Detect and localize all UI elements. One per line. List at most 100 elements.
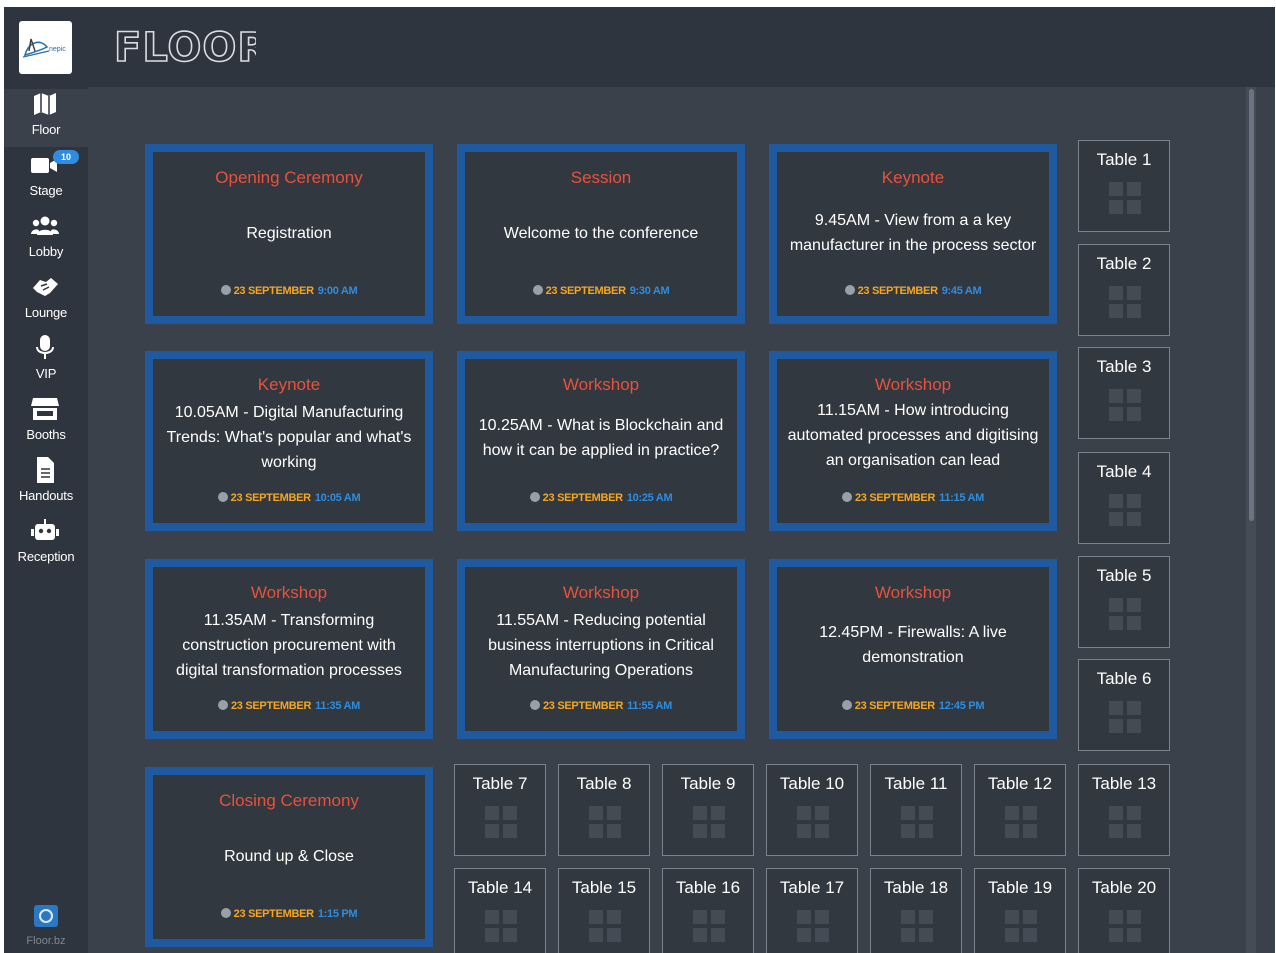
status-dot (220, 908, 231, 918)
table-seats-icon (797, 910, 829, 942)
status-dot (532, 285, 543, 295)
table-tile[interactable]: Table 16 (662, 868, 754, 953)
event-card[interactable]: Workshop 12.45PM - Firewalls: A live dem… (769, 559, 1057, 739)
table-seats-icon (1109, 598, 1141, 630)
table-seats-icon (797, 806, 829, 838)
table-tile[interactable]: Table 20 (1078, 868, 1170, 953)
table-name: Table 12 (987, 774, 1053, 793)
event-card[interactable]: Workshop 11.55AM - Reducing potential bu… (457, 559, 745, 739)
event-card[interactable]: Keynote 10.05AM - Digital Manufacturing … (145, 351, 433, 531)
table-tile[interactable]: Table 6 (1078, 659, 1170, 751)
table-tile[interactable]: Table 4 (1078, 452, 1170, 544)
table-name: Table 1 (1096, 150, 1152, 169)
table-tile[interactable]: Table 19 (974, 868, 1066, 953)
event-card[interactable]: Closing Ceremony Round up & Close 23 SEP… (145, 767, 433, 947)
sidebar: nepic Floor 10 Stage Lobby Lounge VIP Bo… (4, 7, 88, 953)
event-card[interactable]: Workshop 11.15AM - How introducing autom… (769, 351, 1057, 531)
microphone-icon (36, 335, 54, 359)
event-type: Keynote (257, 375, 321, 394)
status-dot (220, 285, 231, 295)
event-type: Workshop (250, 583, 328, 602)
event-title: 9.45AM - View from a a key manufacturer … (789, 212, 1037, 254)
event-datetime: 23 SEPTEMBER 9:00 AM (153, 285, 425, 297)
status-dot (217, 700, 228, 710)
event-datetime: 23 SEPTEMBER 9:45 AM (777, 285, 1049, 297)
nav-item-vip[interactable]: VIP (4, 333, 88, 391)
table-tile[interactable]: Table 12 (974, 764, 1066, 856)
table-seats-icon (1109, 806, 1141, 838)
nav-item-lobby[interactable]: Lobby (4, 211, 88, 269)
table-seats-icon (485, 806, 517, 838)
table-tile[interactable]: Table 8 (558, 764, 650, 856)
table-seats-icon (589, 910, 621, 942)
event-type: Session (570, 168, 632, 187)
nav-item-booths[interactable]: Booths (4, 394, 88, 452)
event-type: Closing Ceremony (219, 791, 359, 810)
svg-text:FLOOR: FLOOR (114, 25, 256, 67)
event-type: Workshop (874, 375, 952, 394)
table-tile[interactable]: Table 5 (1078, 556, 1170, 648)
table-seats-icon (693, 910, 725, 942)
status-dot (529, 700, 540, 710)
top-bar: FLOOR (88, 7, 1275, 87)
event-title: 11.15AM - How introducing automated proc… (787, 402, 1039, 469)
nav-item-reception[interactable]: Reception (4, 516, 88, 574)
table-seats-icon (1109, 701, 1141, 733)
event-datetime: 23 SEPTEMBER 12:45 PM (777, 700, 1049, 712)
table-tile[interactable]: Table 3 (1078, 347, 1170, 439)
table-name: Table 3 (1096, 357, 1152, 376)
table-name: Table 17 (779, 878, 845, 897)
nav-item-stage[interactable]: 10 Stage (4, 150, 88, 208)
nav-item-floor[interactable]: Floor (4, 89, 88, 147)
table-tile[interactable]: Table 11 (870, 764, 962, 856)
svg-text:nepic: nepic (49, 46, 66, 53)
table-tile[interactable]: Table 17 (766, 868, 858, 953)
organizer-logo[interactable]: nepic (19, 21, 72, 74)
table-tile[interactable]: Table 9 (662, 764, 754, 856)
nav-item-lounge[interactable]: Lounge (4, 272, 88, 330)
table-tile[interactable]: Table 7 (454, 764, 546, 856)
table-name: Table 15 (571, 878, 637, 897)
floorbz-footer[interactable]: Floor.bz (4, 904, 88, 947)
table-name: Table 7 (472, 774, 528, 793)
floor-wordmark-logo: FLOOR (114, 25, 256, 67)
table-seats-icon (901, 806, 933, 838)
status-dot (529, 492, 540, 502)
table-seats-icon (589, 806, 621, 838)
event-datetime: 23 SEPTEMBER 10:25 AM (465, 492, 737, 504)
users-icon (31, 216, 59, 235)
table-tile[interactable]: Table 1 (1078, 140, 1170, 232)
event-card[interactable]: Workshop 11.35AM - Transforming construc… (145, 559, 433, 739)
table-seats-icon (693, 806, 725, 838)
nav-item-handouts[interactable]: Handouts (4, 455, 88, 513)
table-seats-icon (901, 910, 933, 942)
table-name: Table 6 (1096, 669, 1152, 688)
table-name: Table 19 (987, 878, 1053, 897)
table-tile[interactable]: Table 2 (1078, 244, 1170, 336)
table-tile[interactable]: Table 18 (870, 868, 962, 953)
event-type: Workshop (562, 375, 640, 394)
scrollbar-thumb[interactable] (1249, 89, 1254, 521)
robot-icon (31, 519, 59, 540)
table-name: Table 2 (1096, 254, 1152, 273)
event-card[interactable]: Workshop 10.25AM - What is Blockchain an… (457, 351, 745, 531)
event-card[interactable]: Opening Ceremony Registration 23 SEPTEMB… (145, 144, 433, 324)
nav-label: Reception (17, 549, 75, 564)
table-name: Table 14 (467, 878, 533, 897)
event-card[interactable]: Session Welcome to the conference 23 SEP… (457, 144, 745, 324)
footer-brand-label: Floor.bz (26, 935, 66, 947)
table-tile[interactable]: Table 14 (454, 868, 546, 953)
table-tile[interactable]: Table 15 (558, 868, 650, 953)
table-seats-icon (1109, 389, 1141, 421)
table-tile[interactable]: Table 13 (1078, 764, 1170, 856)
event-card[interactable]: Keynote 9.45AM - View from a a key manuf… (769, 144, 1057, 324)
table-tile[interactable]: Table 10 (766, 764, 858, 856)
nav-label: Lounge (24, 305, 68, 320)
event-title: 10.25AM - What is Blockchain and how it … (478, 417, 724, 459)
event-datetime: 23 SEPTEMBER 9:30 AM (465, 285, 737, 297)
event-title: 11.55AM - Reducing potential business in… (488, 612, 714, 679)
nav-label: Floor (31, 122, 61, 137)
event-type: Workshop (874, 583, 952, 602)
table-seats-icon (1109, 910, 1141, 942)
event-datetime: 23 SEPTEMBER 10:05 AM (153, 492, 425, 504)
